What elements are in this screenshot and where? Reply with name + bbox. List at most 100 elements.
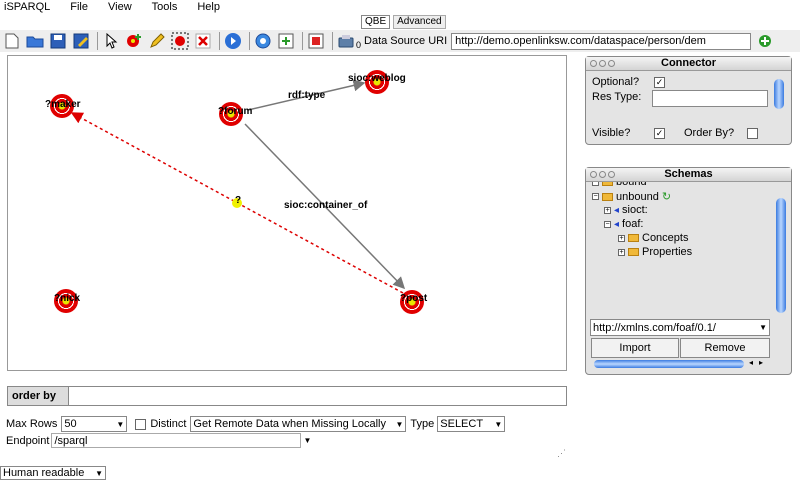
close-icon[interactable] [590, 60, 597, 67]
tree-item-properties-label: Properties [642, 246, 693, 258]
data-source-icon[interactable] [336, 31, 356, 51]
schema-horizontal-scrollbar[interactable] [594, 360, 744, 368]
folder-icon [628, 234, 639, 242]
query-options: Max Rows 50 ▼ Distinct Get Remote Data wh… [6, 416, 506, 432]
add-node-icon[interactable] [124, 31, 144, 51]
delete-icon[interactable] [193, 31, 213, 51]
collapse-icon[interactable]: − [592, 193, 599, 200]
connector-panel-title: Connector [661, 57, 716, 69]
distinct-label: Distinct [150, 418, 187, 430]
dropdown-arrow-icon: ▼ [494, 419, 503, 429]
result-format-value: Human readable [3, 467, 85, 479]
add-group-icon[interactable] [170, 31, 190, 51]
tab-advanced[interactable]: Advanced [393, 15, 446, 29]
menu-help[interactable]: Help [193, 1, 220, 13]
open-icon[interactable] [25, 31, 45, 51]
max-rows-select[interactable]: 50 ▼ [61, 416, 128, 432]
minimize-icon[interactable] [599, 60, 606, 67]
visible-label: Visible? [592, 127, 631, 139]
expand-icon[interactable]: + [618, 234, 625, 242]
namespace-icon: ◂ [614, 218, 620, 230]
folder-icon [602, 182, 613, 186]
tree-item-bound[interactable]: − bound [592, 182, 647, 188]
edit-icon[interactable] [147, 31, 167, 51]
node-weblog-label: sioc:weblog [348, 73, 406, 84]
close-icon[interactable] [590, 171, 597, 178]
minimize-icon[interactable] [599, 171, 606, 178]
res-type-label: Res Type: [592, 91, 642, 103]
save-icon[interactable] [48, 31, 68, 51]
node-maker-label: ?maker [45, 99, 81, 110]
order-by-button[interactable]: order by [7, 386, 69, 406]
scroll-right-icon[interactable]: ▸ [759, 358, 763, 367]
dropdown-arrow-icon: ▼ [95, 468, 103, 478]
menu-view[interactable]: View [104, 1, 132, 13]
expand-icon[interactable]: + [604, 206, 611, 214]
add-data-source-icon[interactable] [755, 31, 775, 51]
query-type-select[interactable]: SELECT ▼ [437, 416, 506, 432]
run-icon[interactable] [223, 31, 243, 51]
tab-qbe[interactable]: QBE [361, 15, 391, 29]
remote-data-select[interactable]: Get Remote Data when Missing Locally ▼ [190, 416, 407, 432]
menu-isparql[interactable]: iSPARQL [0, 1, 50, 13]
tree-item-sioc[interactable]: + ◂ sioct: [604, 204, 648, 216]
order-by-field[interactable] [69, 386, 567, 406]
res-type-input[interactable] [652, 90, 768, 107]
optional-checkbox[interactable]: ✓ [654, 77, 665, 88]
dropdown-arrow-icon: ▼ [759, 323, 767, 332]
load-icon[interactable] [276, 31, 296, 51]
order-by-bar: order by [7, 386, 567, 406]
resize-grip-icon[interactable]: ⋰ [557, 448, 566, 459]
maximize-icon[interactable] [608, 60, 615, 67]
order-by-label: Order By? [684, 127, 735, 139]
schemas-panel: Schemas − bound − unbound ↻ + ◂ sioct: − ◂ foaf… [585, 167, 792, 375]
schema-tree: − bound − unbound ↻ + ◂ sioct: − ◂ foaf: + Conce… [590, 182, 770, 319]
distinct-checkbox[interactable] [135, 418, 147, 430]
menu-bar: iSPARQL File View Tools Help [0, 0, 800, 14]
result-format-select[interactable]: Human readable ▼ [0, 466, 106, 480]
endpoint-label: Endpoint [6, 434, 50, 447]
connector-scrollbar[interactable] [774, 79, 784, 109]
expand-icon[interactable]: + [618, 248, 625, 256]
settings-icon[interactable] [253, 31, 273, 51]
menu-tools[interactable]: Tools [148, 1, 178, 13]
order-by-checkbox[interactable] [747, 128, 758, 139]
collapse-icon[interactable]: − [592, 182, 599, 186]
menu-file[interactable]: File [66, 1, 88, 13]
data-source-uri-input[interactable] [451, 32, 752, 50]
namespace-icon: ◂ [614, 204, 620, 216]
new-icon[interactable] [2, 31, 22, 51]
maximize-icon[interactable] [608, 171, 615, 178]
endpoint-row: Endpoint /sparql ▼ [6, 433, 311, 448]
pointer-icon[interactable] [101, 31, 121, 51]
scroll-left-icon[interactable]: ◂ [749, 358, 753, 367]
edge-container-of-label: sioc:container_of [284, 200, 368, 211]
dropdown-arrow-icon: ▼ [395, 419, 404, 429]
tree-item-foaf[interactable]: − ◂ foaf: [604, 218, 643, 230]
tree-item-concepts[interactable]: + Concepts [618, 232, 688, 244]
connector-panel: Connector Optional? ✓ Res Type: Visible?… [585, 56, 792, 145]
dropdown-arrow-icon[interactable]: ▼ [303, 436, 311, 445]
export-icon[interactable] [306, 31, 326, 51]
tree-item-properties[interactable]: + Properties [618, 246, 692, 258]
connector-panel-titlebar: Connector [586, 57, 791, 71]
visible-checkbox[interactable]: ✓ [654, 128, 665, 139]
node-nick-label: ?nick [54, 293, 81, 304]
folder-icon [602, 192, 613, 201]
tree-item-unbound[interactable]: − unbound ↻ [592, 190, 671, 203]
collapse-icon[interactable]: − [604, 220, 611, 228]
edge-predicate-label: ? [235, 195, 242, 206]
query-type-value: SELECT [440, 418, 484, 430]
import-button[interactable]: Import [591, 338, 679, 358]
query-graph-canvas[interactable]: ?maker ?forum sioc:weblog ?nick ?post ? … [7, 55, 567, 371]
dropdown-arrow-icon: ▼ [116, 419, 125, 429]
window-controls [590, 171, 615, 178]
remove-button[interactable]: Remove [680, 338, 770, 358]
schema-tree-scrollbar[interactable] [776, 198, 786, 313]
tree-item-foaf-label: foaf: [622, 218, 644, 230]
refresh-icon[interactable]: ↻ [662, 190, 671, 203]
endpoint-input[interactable]: /sparql [51, 433, 302, 448]
save-as-icon[interactable] [71, 31, 91, 51]
schema-uri-select[interactable]: http://xmlns.com/foaf/0.1/ ▼ [590, 319, 770, 336]
toolbar-divider [97, 32, 98, 50]
